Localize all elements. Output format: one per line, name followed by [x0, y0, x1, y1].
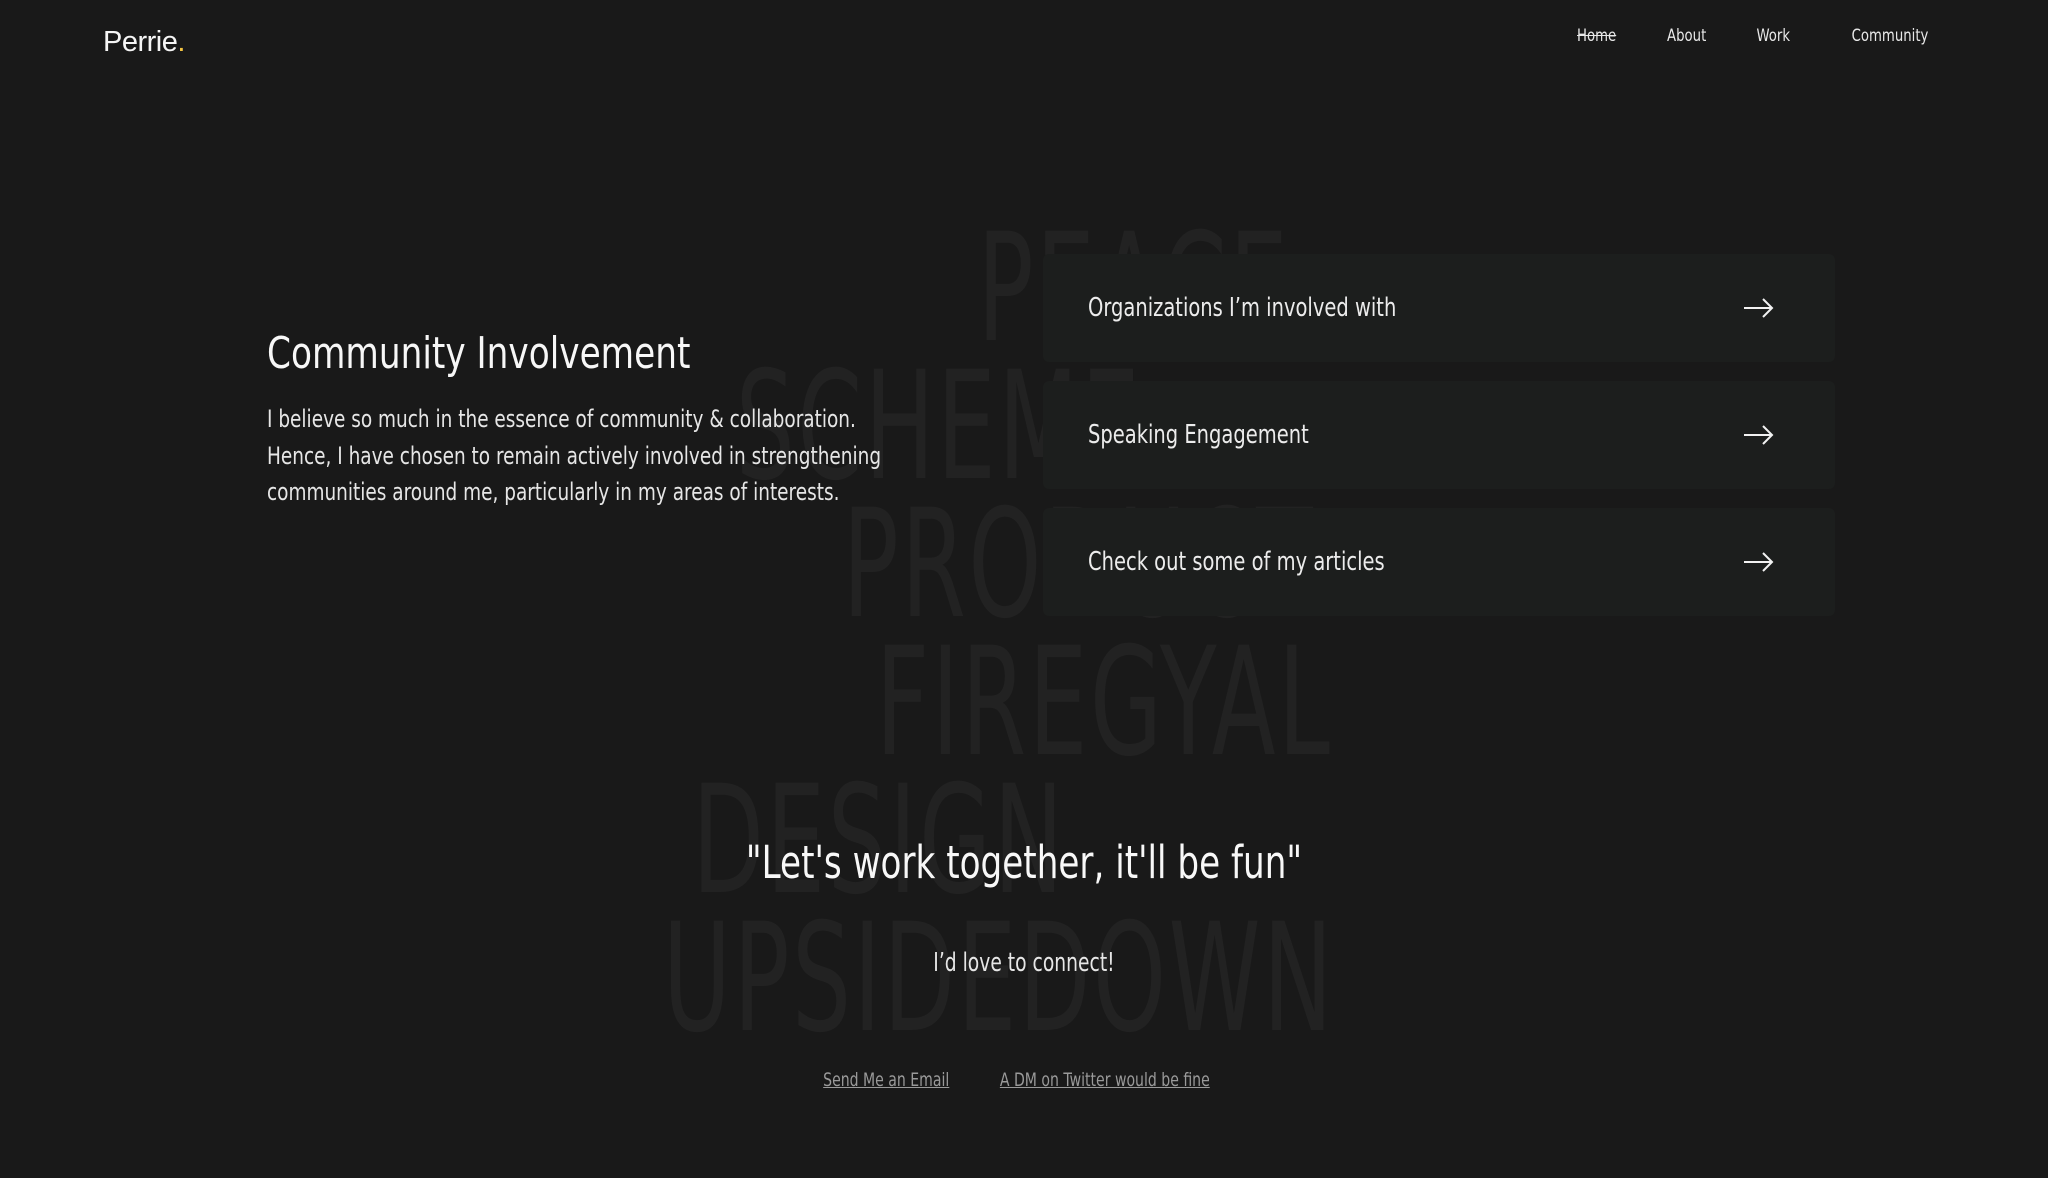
arrow-right-icon — [1744, 298, 1774, 318]
articles-card[interactable]: Check out some of my articles — [1043, 508, 1835, 616]
organizations-card[interactable]: Organizations I’m involved with — [1043, 254, 1835, 362]
cta-quote: "Let's work together, it'll be fun" — [745, 836, 1303, 889]
site-logo[interactable]: Perrie. — [103, 26, 185, 59]
arrow-right-icon — [1744, 552, 1774, 572]
page-title: Community Involvement — [267, 328, 691, 379]
arrow-right-icon — [1744, 425, 1774, 445]
intro-paragraph: I believe so much in the essence of comm… — [267, 405, 882, 506]
twitter-dm-link[interactable]: A DM on Twitter would be fine — [1000, 1069, 1210, 1091]
logo-dot: . — [177, 26, 185, 58]
nav-item-home[interactable]: Home — [1577, 26, 1616, 46]
card-label: Speaking Engagement — [1088, 420, 1309, 450]
page: PEACE SCHEME PRODUCT FIREGYAL DESIGN UPS… — [0, 0, 2048, 1178]
nav-item-work[interactable]: Work — [1756, 26, 1790, 46]
main-nav: Home About Work Community — [1566, 26, 1928, 46]
community-intro: Community Involvement I believe so much … — [267, 328, 927, 511]
logo-text: Perrie — [103, 26, 178, 58]
speaking-engagement-card[interactable]: Speaking Engagement — [1043, 381, 1835, 489]
contact-links: Send Me an Email A DM on Twitter would b… — [0, 1069, 2048, 1091]
nav-item-community[interactable]: Community — [1851, 26, 1928, 46]
background-word: UPSIDEDOWN — [662, 892, 1336, 1066]
nav-item-about[interactable]: About — [1667, 26, 1706, 46]
card-label: Check out some of my articles — [1088, 547, 1385, 577]
card-label: Organizations I’m involved with — [1088, 293, 1397, 323]
cta-subtitle: I’d love to connect! — [933, 948, 1115, 978]
background-word: FIREGYAL — [875, 616, 1333, 790]
community-link-cards: Organizations I’m involved with Speaking… — [1043, 254, 1835, 616]
email-link[interactable]: Send Me an Email — [823, 1069, 949, 1091]
